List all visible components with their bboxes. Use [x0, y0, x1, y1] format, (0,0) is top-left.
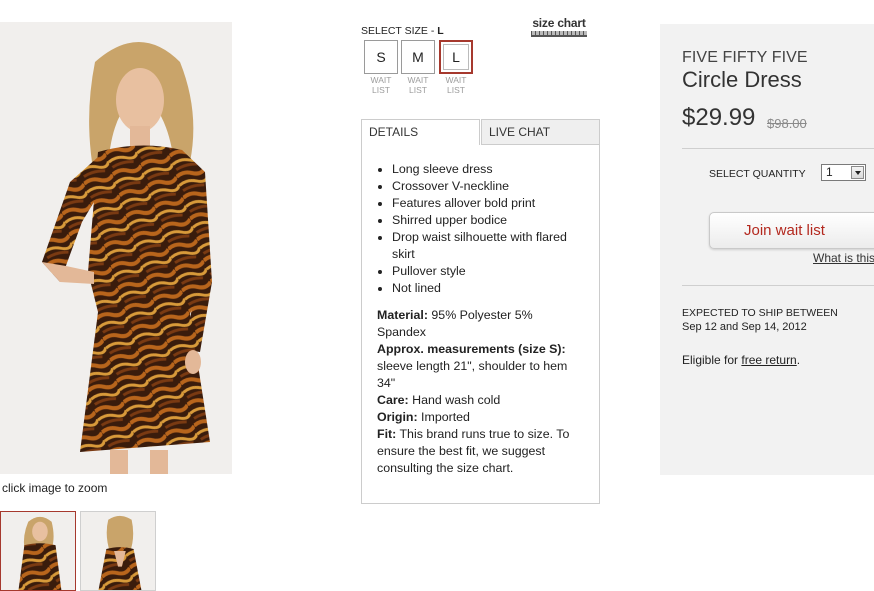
list-item: Features allover bold print [377, 195, 584, 212]
list-item: Long sleeve dress [377, 161, 584, 178]
purchase-panel: FIVE FIFTY FIVE Circle Dress $29.99 $98.… [660, 24, 874, 475]
measurements-spec: Approx. measurements (size S): sleeve le… [377, 342, 568, 390]
product-title: Circle Dress [682, 67, 802, 92]
thumbnail-back[interactable] [80, 511, 156, 591]
product-main-image[interactable] [0, 22, 232, 474]
divider [682, 285, 874, 286]
material-spec: Material: 95% Polyester 5% Spandex [377, 308, 533, 339]
model-back-icon [81, 512, 155, 590]
size-s-wait-list: WAIT LIST [370, 75, 392, 95]
ship-label: EXPECTED TO SHIP BETWEEN [682, 307, 838, 319]
size-option-m[interactable]: M [401, 40, 435, 74]
list-item: Crossover V-neckline [377, 178, 584, 195]
list-item: Pullover style [377, 263, 584, 280]
info-tabs: DETAILS LIVE CHAT [361, 119, 600, 145]
selected-size-value: L [437, 25, 444, 37]
model-photo-icon [0, 22, 232, 474]
tab-details[interactable]: DETAILS [361, 119, 480, 145]
what-is-this-link[interactable]: What is this? [813, 251, 874, 265]
quantity-label: SELECT QUANTITY [709, 168, 806, 180]
list-item: Shirred upper bodice [377, 212, 584, 229]
size-l-wait-list: WAIT LIST [445, 75, 467, 95]
zoom-hint: click image to zoom [2, 481, 108, 495]
size-m-wait-list: WAIT LIST [407, 75, 429, 95]
details-panel: Long sleeve dress Crossover V-neckline F… [361, 144, 600, 504]
size-option-s[interactable]: S [364, 40, 398, 74]
join-wait-list-button[interactable]: Join wait list [709, 212, 874, 249]
original-price: $98.00 [767, 116, 807, 131]
free-return-link[interactable]: free return [741, 353, 796, 367]
tab-live-chat[interactable]: LIVE CHAT [481, 119, 600, 145]
model-front-icon [1, 512, 75, 590]
quantity-select[interactable]: 1 [821, 164, 866, 181]
chevron-down-icon [851, 166, 864, 179]
feature-list: Long sleeve dress Crossover V-neckline F… [377, 161, 584, 297]
list-item: Not lined [377, 280, 584, 297]
size-label: SELECT SIZE - L [361, 25, 444, 37]
ruler-icon [531, 31, 587, 37]
return-eligibility: Eligible for free return. [682, 353, 801, 367]
brand-name: FIVE FIFTY FIVE [682, 49, 808, 66]
thumbnail-front[interactable] [0, 511, 76, 591]
sale-price: $29.99 [682, 104, 756, 131]
list-item: Drop waist silhouette with flared skirt [377, 229, 584, 263]
size-option-l[interactable]: L [439, 40, 473, 74]
divider [682, 148, 874, 149]
size-chart-link[interactable]: size chart [531, 16, 587, 37]
fit-spec: Fit: This brand runs true to size. To en… [377, 427, 570, 475]
ship-dates: Sep 12 and Sep 14, 2012 [682, 321, 807, 333]
origin-spec: Origin: Imported [377, 410, 470, 424]
care-spec: Care: Hand wash cold [377, 393, 501, 407]
